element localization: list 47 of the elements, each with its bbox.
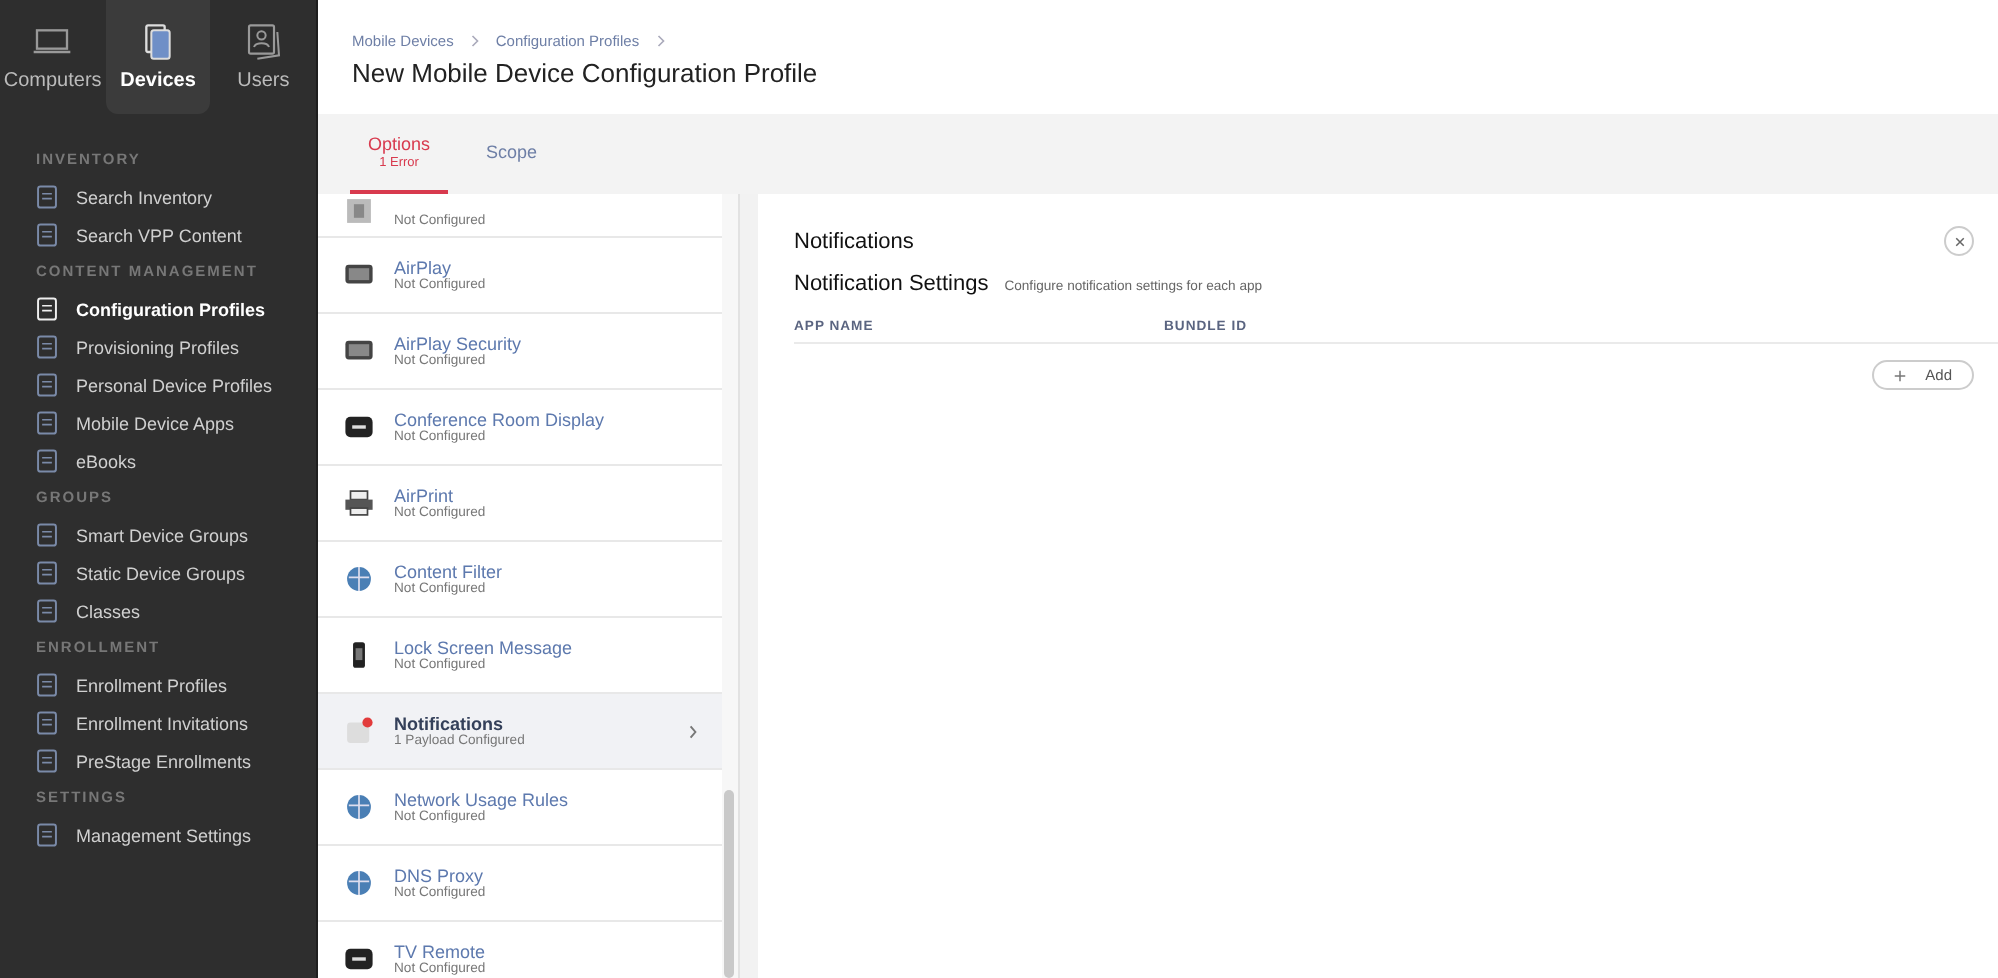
nav-tab[interactable]: Devices xyxy=(105,0,211,114)
panel-title: Notifications xyxy=(794,229,914,253)
section-title: Notification Settings xyxy=(794,272,989,296)
sidebar-item[interactable]: Enrollment Invitations xyxy=(0,704,316,742)
plus-icon xyxy=(1893,369,1906,381)
sidebar-item[interactable]: Mobile Device Apps xyxy=(0,404,316,442)
page-title: New Mobile Device Configuration Profile xyxy=(352,58,820,88)
sidebar-item[interactable]: Search VPP Content xyxy=(0,216,316,254)
payload-name: TV Remote xyxy=(394,942,488,962)
nav-label: Computers xyxy=(3,70,102,92)
payload-name: Network Usage Rules xyxy=(394,790,571,810)
payload-name: AirPrint xyxy=(394,486,456,506)
payload-name: Notifications xyxy=(394,714,506,734)
scrollbar-thumb[interactable] xyxy=(724,790,734,978)
sidebar-item[interactable]: Personal Device Profiles xyxy=(0,366,316,404)
nav-tab[interactable]: Users xyxy=(210,0,317,114)
payload-name: AirPlay Security xyxy=(394,334,524,354)
note-icon xyxy=(342,714,376,748)
payload-name: AirPlay xyxy=(394,258,454,278)
sidebar-item[interactable]: Smart Device Groups xyxy=(0,516,316,554)
payload-name: DNS Proxy xyxy=(394,866,486,886)
tab[interactable]: Scope xyxy=(468,114,556,194)
sidebar-item[interactable]: Static Device Groups xyxy=(0,554,316,592)
payload-name: Lock Screen Message xyxy=(394,638,575,658)
nav-label: Devices xyxy=(120,70,196,92)
sidebar-item[interactable]: PreStage Enrollments xyxy=(0,742,316,780)
payload-name: Content Filter xyxy=(394,562,505,582)
payload-name: Conference Room Display xyxy=(394,410,607,430)
close-button[interactable] xyxy=(1944,226,1974,256)
globe-icon xyxy=(342,790,376,824)
sidebar-item[interactable]: Enrollment Profiles xyxy=(0,666,316,704)
user-card-icon xyxy=(243,22,284,62)
chevron-icon xyxy=(469,34,480,48)
nav-label: Users xyxy=(237,70,290,92)
sidebar-item[interactable]: Management Settings xyxy=(0,816,316,854)
sidebar-item[interactable]: Search Inventory xyxy=(0,178,316,216)
globe-icon xyxy=(342,562,376,596)
nav-tab[interactable]: Computers xyxy=(0,0,106,114)
sidebar-item[interactable]: Provisioning Profiles xyxy=(0,328,316,366)
printer-icon xyxy=(342,486,376,520)
sidebar-item[interactable]: eBooks xyxy=(0,442,316,480)
sidebar-item[interactable]: Configuration Profiles xyxy=(0,290,316,328)
close-icon xyxy=(1953,235,1965,247)
sidebar-item[interactable]: Classes xyxy=(0,592,316,630)
chevron-icon xyxy=(688,723,698,739)
chevron-icon xyxy=(655,34,666,48)
globe-icon xyxy=(342,866,376,900)
